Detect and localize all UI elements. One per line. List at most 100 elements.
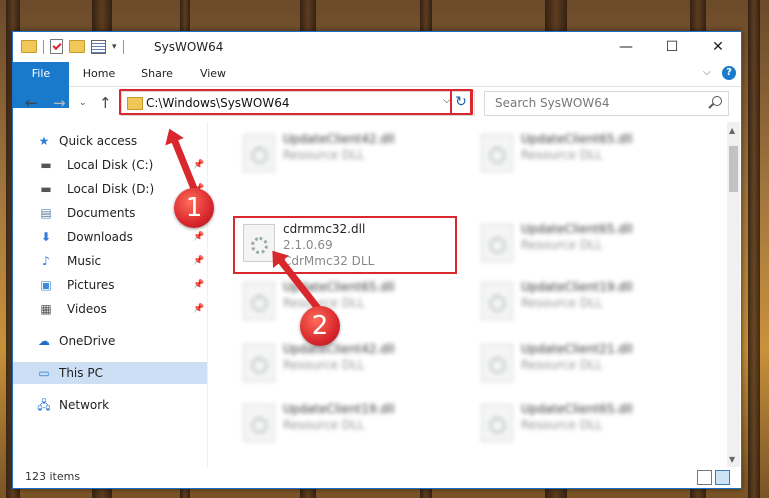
file-type: Resource DLL <box>521 358 603 372</box>
help-icon[interactable]: ? <box>722 66 736 80</box>
sidebar-item-label: Network <box>59 398 110 412</box>
file-type: Resource DLL <box>521 238 603 252</box>
pin-icon[interactable]: 📌 <box>193 226 204 248</box>
file-type: Resource DLL <box>283 148 365 162</box>
drive-icon: ▬ <box>40 182 52 196</box>
pin-icon[interactable]: 📌 <box>193 154 204 176</box>
file-type: Resource DLL <box>283 358 365 372</box>
scroll-down-arrow-icon[interactable]: ▼ <box>729 455 735 464</box>
vertical-scrollbar[interactable]: ▲ ▼ <box>727 122 740 467</box>
sidebar-item-label: Quick access <box>59 134 138 148</box>
pin-icon[interactable]: 📌 <box>193 298 204 320</box>
file-name: UpdateClient65.dll <box>521 222 633 236</box>
sidebar-item-label: Videos <box>67 302 107 316</box>
sidebar-item-label: Music <box>67 254 102 268</box>
tab-view[interactable]: View <box>193 62 233 86</box>
title-bar: ▾ SysWOW64 — ☐ ✕ <box>13 32 741 62</box>
divider <box>122 39 124 54</box>
network-icon: 🖧 <box>37 398 51 412</box>
tab-home[interactable]: Home <box>79 62 119 86</box>
drive-icon: ▬ <box>40 158 52 172</box>
details-view-icon[interactable] <box>697 470 712 485</box>
item-count: 123 items <box>25 470 81 483</box>
music-icon: ♪ <box>42 254 50 268</box>
quick-access-toolbar: ▾ <box>21 39 124 54</box>
recent-locations-icon[interactable]: ⌄ <box>79 98 87 108</box>
dll-file-icon <box>243 134 275 172</box>
dll-file-icon <box>481 404 513 442</box>
ribbon-tabs: File Home Share View ⌵ ? <box>13 62 741 108</box>
pictures-icon: ▣ <box>40 278 52 292</box>
scroll-up-arrow-icon[interactable]: ▲ <box>729 126 735 135</box>
navigation-pane: ★ Quick access ▬ Local Disk (C:) 📌 ▬ Loc… <box>13 122 208 467</box>
sidebar-item-pictures[interactable]: ▣ Pictures 📌 <box>13 274 207 296</box>
sidebar-item-onedrive[interactable]: ☁ OneDrive <box>13 330 207 352</box>
refresh-icon[interactable]: ↻ <box>450 89 472 115</box>
back-arrow-icon[interactable]: ← <box>25 94 38 112</box>
pin-icon[interactable]: 📌 <box>193 250 204 272</box>
file-item[interactable]: UpdateClient65.dll Resource DLL <box>235 278 465 324</box>
search-input[interactable]: Search SysWOW64 <box>484 91 729 116</box>
videos-icon: ▦ <box>40 302 52 316</box>
sidebar-item-label: This PC <box>59 366 103 380</box>
callout-badge-1: 1 <box>174 188 214 228</box>
up-arrow-icon[interactable]: ↑ <box>99 94 112 112</box>
explorer-window: ▾ SysWOW64 — ☐ ✕ File Home Share View ⌵ … <box>12 31 742 489</box>
sidebar-item-network[interactable]: 🖧 Network <box>13 394 207 416</box>
sidebar-item-this-pc[interactable]: ▭ This PC <box>13 362 207 384</box>
tab-share[interactable]: Share <box>137 62 177 86</box>
sidebar-item-label: Local Disk (C:) <box>67 158 154 172</box>
file-highlight-box <box>233 216 457 274</box>
file-name: UpdateClient65.dll <box>521 402 633 416</box>
minimize-button[interactable]: — <box>603 32 649 62</box>
address-row: ← → ⌄ ↑ C:\Windows\SysWOW64 ⌵ ↻ Search S… <box>13 88 741 118</box>
sidebar-item-music[interactable]: ♪ Music 📌 <box>13 250 207 272</box>
file-list: UpdateClient42.dll Resource DLL UpdateCl… <box>209 122 727 467</box>
file-item[interactable]: UpdateClient65.dll Resource DLL <box>473 130 703 176</box>
dll-file-icon <box>481 224 513 262</box>
file-name: UpdateClient65.dll <box>521 132 633 146</box>
file-item[interactable]: UpdateClient65.dll Resource DLL <box>473 220 703 266</box>
dll-file-icon <box>481 282 513 320</box>
sidebar-item-label: Pictures <box>67 278 115 292</box>
customize-dropdown-icon[interactable]: ▾ <box>112 42 117 52</box>
dll-file-icon <box>243 344 275 382</box>
file-type: Resource DLL <box>521 296 603 310</box>
star-icon: ★ <box>38 134 50 148</box>
address-highlight-box <box>119 89 473 115</box>
file-item[interactable]: UpdateClient42.dll Resource DLL <box>235 130 465 176</box>
chevron-down-icon[interactable]: ⌵ <box>703 67 711 78</box>
sidebar-item-label: Downloads <box>67 230 133 244</box>
pin-icon[interactable]: 📌 <box>193 274 204 296</box>
sidebar-item-label: OneDrive <box>59 334 116 348</box>
search-icon <box>712 96 722 106</box>
dll-file-icon <box>481 134 513 172</box>
folder-icon <box>21 40 37 53</box>
file-item[interactable]: UpdateClient65.dll Resource DLL <box>473 400 703 446</box>
large-icons-view-icon[interactable] <box>715 470 730 485</box>
maximize-button[interactable]: ☐ <box>649 32 695 62</box>
callout-badge-2: 2 <box>300 306 340 346</box>
documents-icon: ▤ <box>40 206 52 220</box>
file-item[interactable]: UpdateClient42.dll Resource DLL <box>235 340 465 386</box>
dll-file-icon <box>243 282 275 320</box>
file-type: Resource DLL <box>521 418 603 432</box>
sidebar-item-videos[interactable]: ▦ Videos 📌 <box>13 298 207 320</box>
file-type: Resource DLL <box>521 148 603 162</box>
properties-check-icon[interactable] <box>50 39 63 54</box>
rename-icon[interactable] <box>91 39 106 54</box>
new-folder-icon[interactable] <box>69 40 85 53</box>
dll-file-icon <box>481 344 513 382</box>
forward-arrow-icon[interactable]: → <box>53 94 66 112</box>
file-name: UpdateClient42.dll <box>283 132 395 146</box>
cloud-icon: ☁ <box>38 334 50 348</box>
background-tree <box>748 0 760 498</box>
file-item[interactable]: UpdateClient21.dll Resource DLL <box>473 340 703 386</box>
sidebar-item-label: Documents <box>67 206 136 220</box>
file-name: UpdateClient42.dll <box>283 342 395 356</box>
file-item[interactable]: UpdateClient19.dll Resource DLL <box>473 278 703 324</box>
scrollbar-thumb[interactable] <box>729 146 738 192</box>
file-item[interactable]: UpdateClient19.dll Resource DLL <box>235 400 465 446</box>
sidebar-item-downloads[interactable]: ⬇ Downloads 📌 <box>13 226 207 248</box>
close-button[interactable]: ✕ <box>695 32 741 62</box>
